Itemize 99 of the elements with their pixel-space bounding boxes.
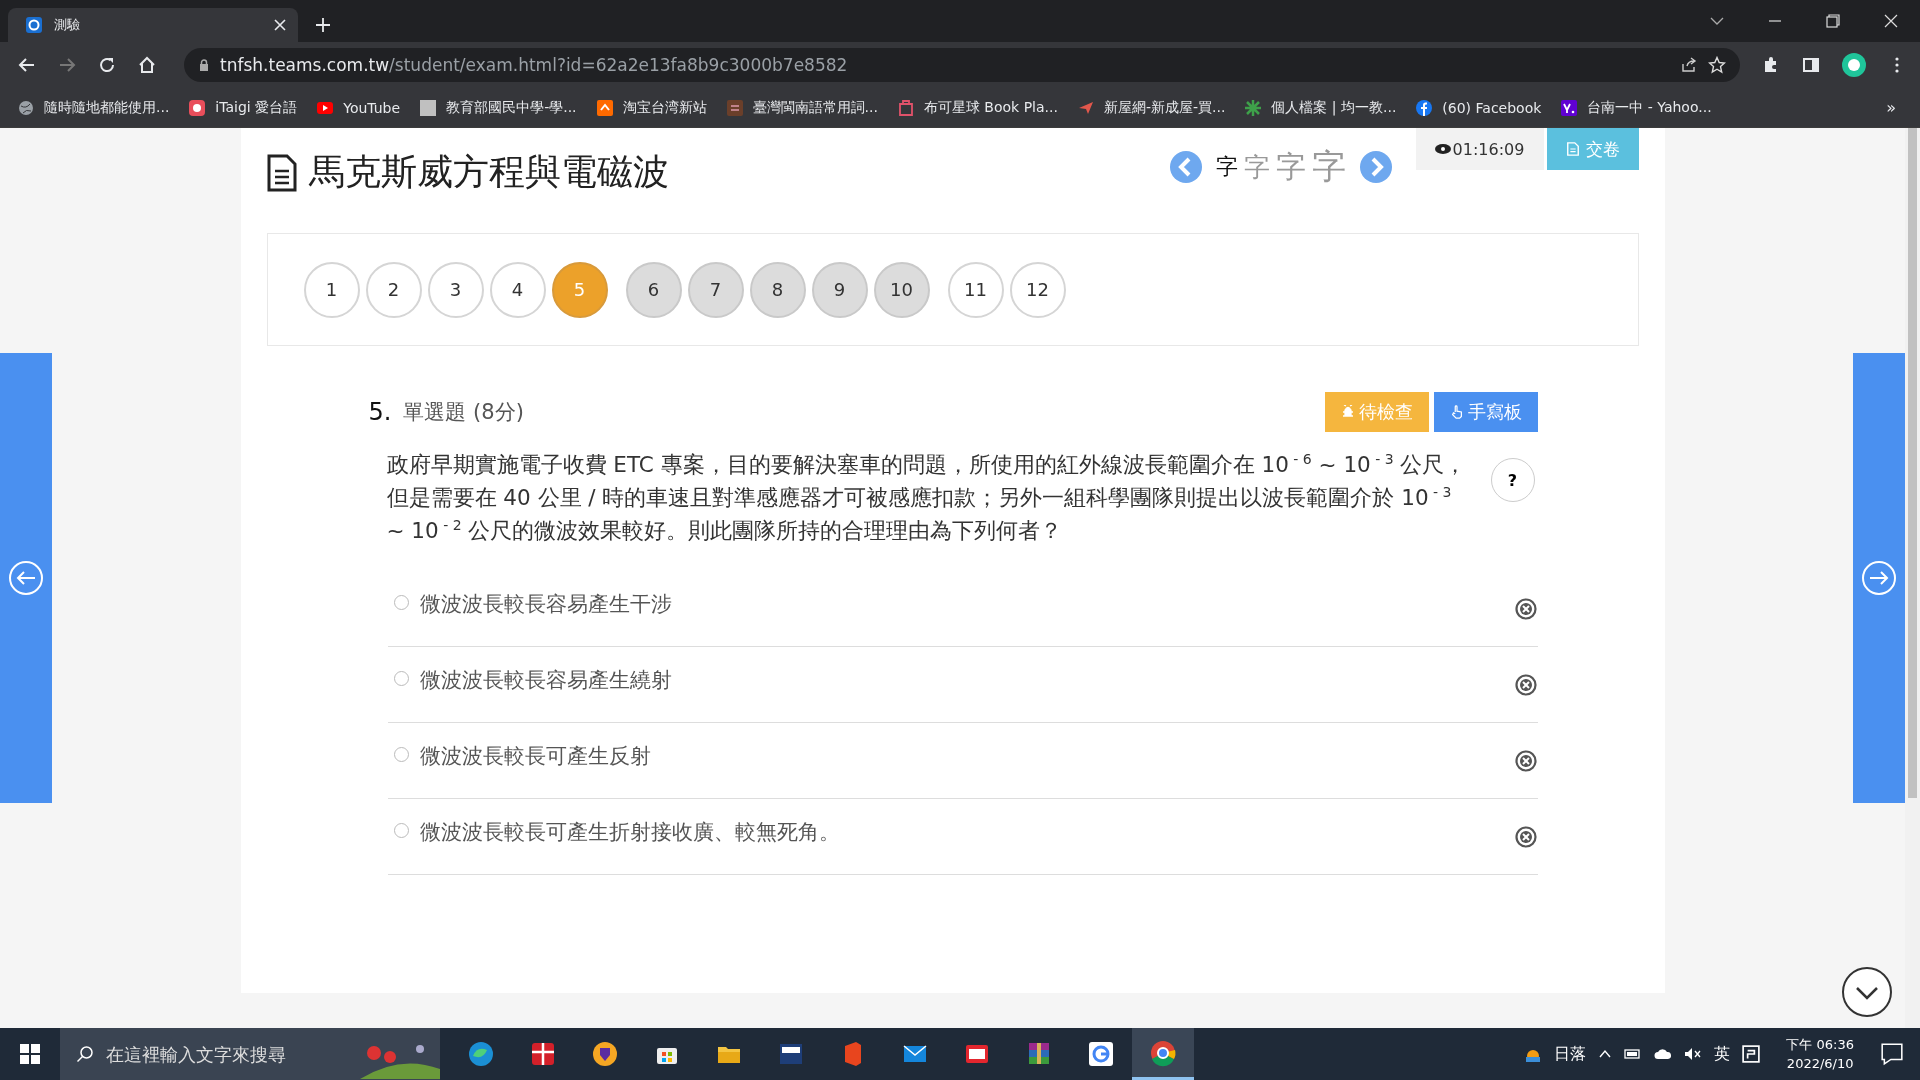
bookmark-item[interactable]: 臺灣閩南語常用詞... [726,98,878,117]
bookmark-item[interactable]: 教育部國民中學-學... [420,98,577,117]
weather-text: 日落 [1554,1043,1587,1065]
bookmark-item[interactable]: (60) Facebook [1416,99,1542,116]
bookmark-label: YouTube [343,99,401,116]
shop-logo-icon [596,99,613,116]
y-logo-icon [1561,99,1578,116]
bug-icon [1340,405,1355,419]
option-text[interactable]: 微波波長較長可產生反射 [419,741,651,770]
right-arrow-circle-icon [1861,560,1897,596]
bookmark-item[interactable]: iTaigi 愛台語 [189,98,298,117]
side-panel-icon[interactable] [1802,56,1820,74]
eliminate-option-icon[interactable] [1514,673,1537,696]
question-type: 單選題 (8分) [403,399,524,426]
restore-icon[interactable] [1826,14,1840,28]
globe-icon [18,99,34,116]
clock-time[interactable]: 下午 06:36 [1786,1035,1854,1054]
g-logo-icon [1087,1040,1115,1068]
document-icon [1565,142,1580,156]
search-icon [76,1045,94,1063]
scroll-down-button[interactable] [1841,966,1893,1018]
help-button[interactable]: ? [1490,458,1535,502]
left-arrow-circle-icon [8,560,44,596]
question-number-button[interactable]: 11 [947,261,1004,318]
bookmark-label: 隨時隨地都能使用... [44,98,170,117]
taskbar-search-field[interactable]: 在這裡輸入文字來搜尋 [60,1028,440,1080]
bookmark-label: (60) Facebook [1442,99,1542,116]
eliminate-option-icon[interactable] [1514,825,1537,848]
browser-tab[interactable]: 測驗 [8,8,298,42]
back-arrow-icon[interactable] [18,56,36,74]
question-number-button[interactable]: 7 [687,261,744,318]
forward-arrow-icon[interactable] [58,56,76,74]
question-number: 5. [368,398,392,426]
question-text: 政府早期實施電子收費 ETC 專案，目的要解決塞車的問題，所使用的紅外線波長範圍介在 10 $^{- 6}$ ~ 10 $^{- 3}$ 公尺，但是需要在 40 公里 / 時的車速且對準感應器才可被感應扣款；另外一組科學團隊則提出以波長範圍介於 10 $^{- 3}$ ~ 10 $^{- 2}$ 公尺的微波效果較好。則此團隊所持的合理理由為下列何者？ [386,450,1468,545]
question-number-button[interactable]: 10 [873,261,930,318]
bookmark-item[interactable]: 台南一中 - Yahoo... [1561,98,1712,117]
font-size-option[interactable]: 字 [1215,152,1238,182]
url-text: tnfsh.teams.com.tw/student/exam.html?id=62a2e13fa8b9c3000b7e8582 [220,55,848,75]
windows-logo-icon[interactable] [20,1044,40,1064]
bookmark-item[interactable]: 隨時隨地都能使用... [18,98,170,117]
question-number-button[interactable]: 3 [427,261,484,318]
question-number-button[interactable]: 1 [303,261,360,318]
bookmark-label: 台南一中 - Yahoo... [1587,98,1712,117]
bookmark-label: 個人檔案 | 均一教... [1271,98,1397,117]
search-field[interactable]: 在這裡輸入文字來搜尋 [104,1042,350,1066]
eliminate-option-icon[interactable] [1514,597,1537,620]
more-bookmarks-button[interactable]: » [1886,98,1896,117]
app-logo-icon [189,99,206,116]
square-icon [420,99,437,116]
eye-icon [1434,141,1451,157]
option-text[interactable]: 微波波長較長容易產生干涉 [419,589,672,618]
eliminate-option-icon[interactable] [1514,749,1537,772]
question-number-button[interactable]: 12 [1009,261,1066,318]
question-number-button[interactable]: 2 [365,261,422,318]
bookmark-label: 新屋網-新成屋-買... [1103,98,1226,117]
logo-icon [26,17,42,33]
shield-icon [591,1040,619,1068]
profile-avatar-icon[interactable] [1842,53,1866,77]
close-icon[interactable] [1884,14,1898,28]
pointing-hand-icon [1449,405,1464,419]
gift-icon [529,1040,557,1068]
input-method-indicator[interactable]: 英 [1714,1043,1731,1065]
swirl-logo-icon [467,1040,495,1068]
timer-text: 01:16:09 [1452,139,1525,159]
facebook-logo-icon [1416,99,1433,116]
home-icon[interactable] [138,56,156,74]
bookmark-label: 淘宝台湾新站 [622,98,707,117]
notification-icon[interactable] [1880,1042,1904,1066]
close-icon[interactable] [274,19,286,31]
option-text[interactable]: 微波波長較長可產生折射接收廣、較無死角。 [419,817,840,846]
new-tab-icon[interactable] [316,18,330,32]
bookmark-label: 教育部國民中學-學... [446,98,577,117]
address-bar[interactable]: tnfsh.teams.com.tw/student/exam.html?id=62a2e13fa8b9c3000b7e8582 [184,48,1740,82]
share-icon[interactable] [1680,56,1698,74]
question-number-button[interactable]: 4 [489,261,546,318]
browser-logo-icon [1149,1038,1177,1067]
bookmark-label: 臺灣閩南語常用詞... [752,98,878,117]
lock-icon [198,59,210,71]
tab-title: 測驗 [54,16,81,34]
bookmark-item[interactable]: 淘宝台湾新站 [596,98,707,117]
question-number-button[interactable]: 8 [749,261,806,318]
bookmark-item[interactable]: 個人檔案 | 均一教... [1245,98,1397,117]
document-icon [266,154,297,192]
bookmark-label: iTaigi 愛台語 [215,98,298,117]
bookmark-item[interactable]: 布可星球 Book Pla... [897,98,1058,117]
exam-title: 馬克斯威方程與電磁波 [308,150,669,194]
bookmark-label: 布可星球 Book Pla... [923,98,1058,117]
option-text[interactable]: 微波波長較長容易產生繞射 [419,665,672,694]
input-mode-icon[interactable] [1742,1045,1761,1063]
reload-icon[interactable] [98,56,116,74]
question-number-button[interactable]: 6 [625,261,682,318]
clock-date[interactable]: 2022/6/10 [1786,1054,1854,1073]
question-number-button[interactable]: 9 [811,261,868,318]
bookmark-item[interactable]: 新屋網-新成屋-買... [1077,98,1226,117]
star-icon[interactable] [1708,56,1726,74]
bookmark-item[interactable]: YouTube [317,99,401,116]
play-icon [317,99,334,116]
scrollbar[interactable] [1905,128,1920,1028]
paper-plane-icon [1077,99,1094,116]
